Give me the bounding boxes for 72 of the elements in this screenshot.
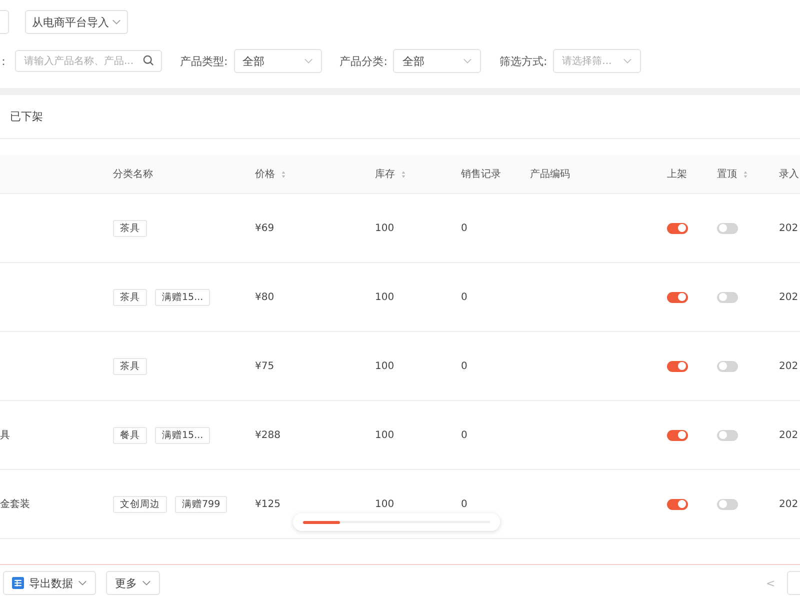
sort-icon[interactable] xyxy=(743,170,748,178)
sort-icon[interactable] xyxy=(281,170,286,178)
chevron-down-icon xyxy=(463,58,472,64)
table-cell: ¥69 xyxy=(255,222,274,234)
category-tag: 文创周边 xyxy=(113,496,167,512)
import-dropdown[interactable]: 从电商平台导入 xyxy=(25,10,128,34)
column-header: 录入 xyxy=(779,168,799,181)
chevron-down-icon xyxy=(78,580,87,586)
toggle-switch[interactable] xyxy=(667,430,688,440)
table-cell: 202 xyxy=(779,430,798,440)
table-cell: 0 xyxy=(461,292,468,302)
table-icon xyxy=(12,577,24,589)
table-cell: 202 xyxy=(779,360,798,372)
button-edge[interactable] xyxy=(0,10,9,34)
tab[interactable]: 已下架 xyxy=(10,107,43,126)
table-cell: ¥125 xyxy=(255,498,280,510)
toggle-switch[interactable] xyxy=(717,498,738,510)
sort-icon[interactable] xyxy=(401,170,406,178)
category-tag: 茶具 xyxy=(113,288,147,306)
toggle-switch[interactable] xyxy=(667,498,688,510)
filter-label: ： xyxy=(0,54,9,68)
category-tag: 茶具 xyxy=(113,220,147,236)
column-header: 销售记录 xyxy=(461,168,501,181)
table-cell: ¥75 xyxy=(255,360,274,372)
table-cell: 100 xyxy=(375,360,394,372)
table-cell: 202 xyxy=(779,292,798,302)
toggle-switch[interactable] xyxy=(717,222,738,234)
toggle-switch[interactable] xyxy=(667,360,688,372)
column-header: 产品编码 xyxy=(530,168,570,181)
more-button[interactable]: 更多 xyxy=(106,571,160,595)
select-field[interactable]: 全部 xyxy=(234,49,322,73)
filter-label: 产品类型: xyxy=(180,54,228,68)
table-cell: 100 xyxy=(375,292,394,302)
toggle-switch[interactable] xyxy=(717,430,738,440)
table-cell-text: 金套装 xyxy=(0,498,30,511)
category-tag: 满赠15... xyxy=(155,288,210,306)
table-cell: 0 xyxy=(461,430,468,440)
table-cell: 0 xyxy=(461,498,468,510)
table-cell: 202 xyxy=(779,498,798,510)
table-cell: ¥288 xyxy=(255,430,280,440)
category-tag: 满赠15... xyxy=(155,426,210,444)
select-field[interactable]: 全部 xyxy=(393,49,482,73)
table-cell: 202 xyxy=(779,222,798,234)
table-cell: 100 xyxy=(375,498,394,510)
category-tag: 满赠799 xyxy=(175,496,228,512)
category-tag: 茶具 xyxy=(113,358,147,374)
column-header: 上架 xyxy=(667,168,687,181)
category-tag: 餐具 xyxy=(113,426,147,444)
column-header: 价格 xyxy=(255,168,275,181)
chevron-down-icon xyxy=(623,58,632,64)
toggle-switch[interactable] xyxy=(717,292,738,302)
filter-label: 产品分类: xyxy=(340,54,388,68)
search-icon xyxy=(143,55,154,66)
toggle-switch[interactable] xyxy=(667,292,688,302)
column-header: 分类名称 xyxy=(113,168,153,181)
chevron-down-icon xyxy=(112,19,121,25)
table-cell: 0 xyxy=(461,360,468,372)
table-cell: 0 xyxy=(461,222,468,234)
table-cell-text: 具 xyxy=(0,429,10,442)
export-button[interactable]: 导出数据 xyxy=(3,571,96,595)
scrollbar[interactable] xyxy=(293,513,500,531)
column-header: 置顶 xyxy=(717,168,737,181)
table-cell: ¥80 xyxy=(255,292,274,302)
chevron-down-icon xyxy=(304,58,313,64)
filter-label: 筛选方式: xyxy=(499,54,548,68)
toggle-switch[interactable] xyxy=(667,222,688,234)
table-cell: 100 xyxy=(375,222,394,234)
chevron-down-icon xyxy=(142,580,151,586)
toggle-switch[interactable] xyxy=(717,360,738,372)
search-field[interactable]: 请输入产品名称、产品... xyxy=(15,50,162,72)
table-cell: 100 xyxy=(375,430,394,440)
column-header: 库存 xyxy=(375,168,395,181)
